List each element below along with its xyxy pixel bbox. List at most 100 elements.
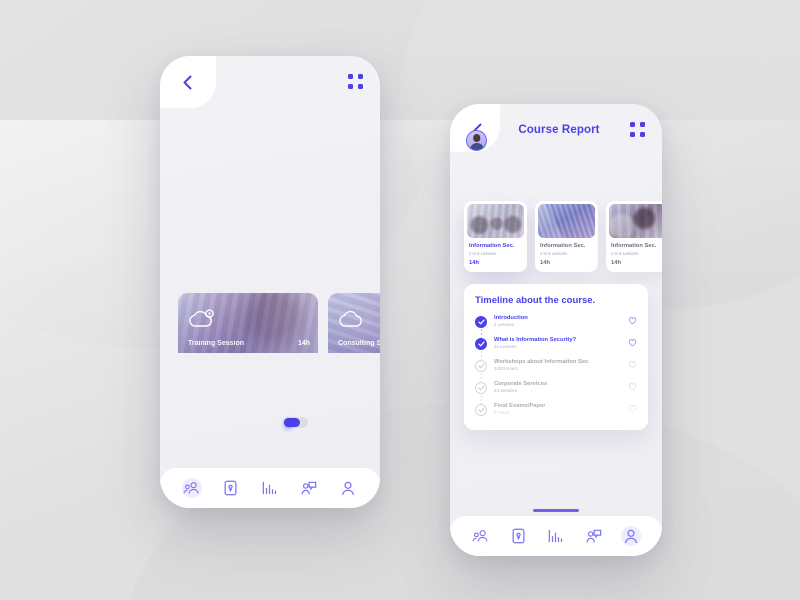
timeline-text: Corporate Services 24 Services	[494, 381, 628, 394]
mini-course-image	[467, 204, 524, 238]
mini-course-list[interactable]: Information Sec. 2 to 5 Lessons 14h Info…	[450, 201, 662, 272]
mini-course-lessons: 2 to 5 Lessons	[611, 250, 639, 256]
timeline-sublabel: 22 Lessons	[494, 344, 517, 349]
mini-course-photo	[467, 204, 524, 238]
course-card-hours: 14h	[297, 339, 310, 347]
timeline-status-done-icon	[475, 315, 487, 328]
bar-chart-icon	[549, 529, 563, 543]
heart-icon[interactable]	[628, 404, 637, 413]
timeline-panel: Timeline about the course. Introduction …	[464, 283, 648, 430]
timeline-list: Introduction 2 Lessons What is Informati…	[475, 315, 637, 416]
check-icon	[477, 362, 485, 368]
people-group-icon	[183, 481, 199, 493]
course-card-toggle[interactable]	[283, 417, 308, 429]
mini-course-hours: 14h	[469, 259, 479, 266]
home-screen-background	[160, 56, 380, 508]
timeline-label: Final Exams/Paper	[494, 402, 546, 409]
timeline-sublabel: 2 Lessons	[494, 322, 515, 327]
timeline-label: Workshops about Information Sec.	[494, 358, 590, 365]
background	[0, 0, 800, 600]
report-bottom-nav	[450, 516, 662, 556]
mini-course-body: Information Sec. 2 to 5 Lessons 14h	[606, 238, 662, 272]
mini-course-hours: 14h	[611, 259, 621, 266]
timeline-label: Corporate Services	[494, 380, 548, 387]
nav-item-book[interactable]	[220, 477, 242, 499]
timeline-sublabel: 24/24 Hours	[494, 366, 518, 371]
grid-dot	[640, 132, 645, 137]
grid-dot	[348, 74, 353, 79]
heart-icon[interactable]	[628, 360, 637, 369]
nav-item-book[interactable]	[507, 525, 529, 547]
nav-item-profile[interactable]	[337, 477, 359, 499]
course-card-badge: Training Session	[188, 339, 245, 347]
nav-item-message[interactable]	[298, 477, 320, 499]
grid-dot	[630, 132, 635, 137]
timeline-status-pending-icon	[475, 381, 487, 394]
cloud-gear-icon	[189, 308, 214, 327]
timeline-status-pending-icon	[475, 403, 487, 416]
course-card-image: Consulting Session 12h	[328, 292, 380, 353]
people-group-icon	[472, 529, 488, 541]
grid-dot	[348, 84, 353, 89]
check-icon	[477, 384, 485, 390]
nav-item-profile[interactable]	[620, 525, 642, 547]
nav-item-chart[interactable]	[259, 477, 281, 499]
back-button[interactable]	[176, 71, 198, 93]
person-message-icon	[301, 481, 317, 494]
mini-course-body: Information Sec. 2 to 5 Lessons 14h	[464, 238, 527, 272]
course-card-badge: Consulting Session	[338, 339, 380, 347]
home-topbar	[160, 56, 380, 108]
mini-course-card[interactable]: Information Sec. 2 to 5 Lessons 14h	[464, 201, 527, 272]
background-light-sweep	[0, 120, 800, 600]
grid-dot	[358, 84, 363, 89]
timeline-text: Final Exams/Paper 8 Hours	[494, 403, 628, 416]
book-document-icon	[224, 480, 237, 496]
mini-course-photo	[609, 204, 662, 238]
timeline-item[interactable]: Workshops about Information Sec. 24/24 H…	[475, 359, 637, 382]
mini-course-lessons: 2 to 5 Lessons	[540, 250, 568, 256]
grid-menu-button[interactable]	[348, 74, 364, 90]
grid-dot	[358, 74, 363, 79]
heart-icon[interactable]	[628, 382, 637, 391]
timeline-sublabel: 8 Hours	[494, 410, 510, 415]
mini-course-card[interactable]: Information Sec. 2 to 5 Lessons 14h	[535, 201, 598, 272]
check-icon	[477, 340, 485, 346]
cloud-icon	[339, 310, 362, 327]
grid-menu-button[interactable]	[630, 122, 646, 138]
timeline-item[interactable]: Introduction 2 Lessons	[475, 315, 637, 338]
heart-icon[interactable]	[628, 338, 637, 347]
timeline-text: Workshops about Information Sec. 24/24 H…	[494, 359, 628, 372]
mini-course-lessons: 2 to 5 Lessons	[469, 250, 497, 256]
mini-course-body: Information Sec. 2 to 5 Lessons 14h	[535, 238, 598, 272]
mini-course-title: Information Sec.	[469, 243, 515, 249]
mini-course-photo	[538, 204, 595, 238]
timeline-status-done-icon	[475, 337, 487, 350]
user-profile-icon	[342, 481, 355, 495]
home-indicator	[533, 509, 579, 512]
nav-item-message[interactable]	[583, 525, 605, 547]
home-bottom-nav	[160, 468, 380, 508]
heart-icon[interactable]	[628, 316, 637, 325]
timeline-label: Introduction	[494, 314, 528, 321]
home-screen-phone: Hi, Zain Haider What would you like to l…	[160, 56, 380, 508]
person-message-icon	[586, 529, 601, 542]
mini-course-hours: 14h	[540, 259, 550, 266]
timeline-status-pending-icon	[475, 359, 487, 372]
timeline-item[interactable]: What is Information Security? 22 Lessons	[475, 336, 637, 360]
timeline-sublabel: 24 Services	[494, 388, 517, 393]
nav-item-people[interactable]	[470, 525, 492, 547]
toggle-knob	[284, 418, 300, 428]
timeline-label: What is Information Security?	[494, 336, 577, 343]
check-icon	[477, 318, 485, 324]
nav-item-people[interactable]	[181, 477, 203, 499]
check-icon	[477, 406, 485, 412]
timeline-item[interactable]: Final Exams/Paper 8 Hours	[475, 403, 637, 416]
timeline-text: Introduction 2 Lessons	[494, 315, 628, 328]
nav-item-chart[interactable]	[545, 525, 567, 547]
mini-course-title: Information Sec.	[611, 243, 657, 249]
mini-course-card[interactable]: Information Sec. 2 to 5 Lessons 14h	[606, 201, 662, 272]
user-profile-icon	[625, 529, 638, 543]
book-document-icon	[512, 528, 525, 544]
grid-dot	[630, 122, 635, 127]
timeline-item[interactable]: Corporate Services 24 Services	[475, 381, 637, 404]
